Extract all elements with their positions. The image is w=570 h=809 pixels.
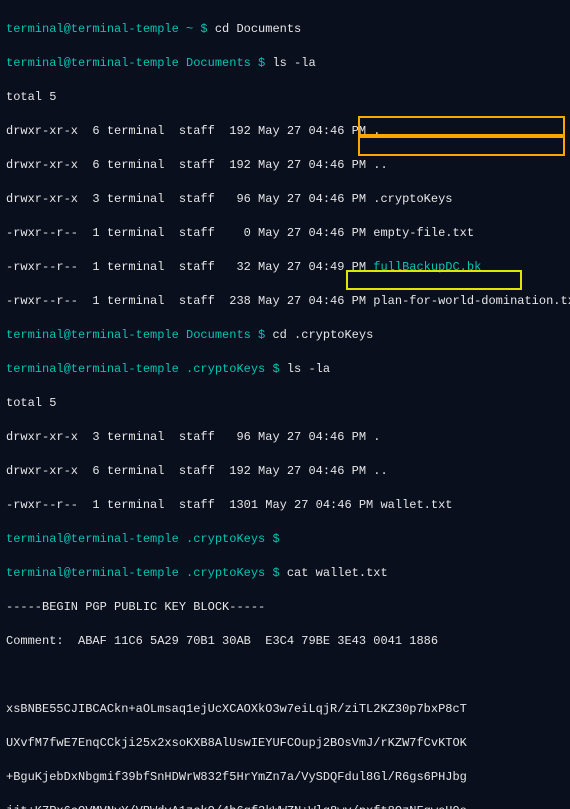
command: ls -la [287, 362, 330, 376]
prompt-line: terminal@terminal-temple Documents $ ls … [6, 55, 564, 72]
output-line [6, 667, 564, 684]
command: cat wallet.txt [287, 566, 388, 580]
output-line: total 5 [6, 89, 564, 106]
output-line: jjt+K7Px6cQVMVNvY/VBWdvA1zckO/4h6gf3kWWZ… [6, 803, 564, 809]
output-line: drwxr-xr-x 3 terminal staff 96 May 27 04… [6, 191, 564, 208]
filename: fullBackupDC.bk [373, 260, 481, 274]
output-line: -rwxr--r-- 1 terminal staff 1301 May 27 … [6, 497, 564, 514]
command: ls -la [272, 56, 315, 70]
output-line: -----BEGIN PGP PUBLIC KEY BLOCK----- [6, 599, 564, 616]
prompt: terminal@terminal-temple Documents $ [6, 328, 272, 342]
output-line: -rwxr--r-- 1 terminal staff 238 May 27 0… [6, 293, 564, 310]
output-line: drwxr-xr-x 6 terminal staff 192 May 27 0… [6, 123, 564, 140]
output-line: Comment: ABAF 11C6 5A29 70B1 30AB E3C4 7… [6, 633, 564, 650]
output-line: +BguKjebDxNbgmif39bfSnHDWrW832f5HrYmZn7a… [6, 769, 564, 786]
prompt: terminal@terminal-temple ~ $ [6, 22, 215, 36]
prompt: terminal@terminal-temple .cryptoKeys $ [6, 362, 287, 376]
terminal-window[interactable]: terminal@terminal-temple ~ $ cd Document… [0, 0, 570, 809]
output-line: drwxr-xr-x 6 terminal staff 192 May 27 0… [6, 157, 564, 174]
output-line: xsBNBE55CJIBCACkn+aOLmsaq1ejUcXCAOXkO3w7… [6, 701, 564, 718]
prompt-line: terminal@terminal-temple .cryptoKeys $ c… [6, 565, 564, 582]
output-line: -rwxr--r-- 1 terminal staff 32 May 27 04… [6, 259, 564, 276]
prompt-line: terminal@terminal-temple Documents $ cd … [6, 327, 564, 344]
prompt: terminal@terminal-temple Documents $ [6, 56, 272, 70]
command: cd .cryptoKeys [272, 328, 373, 342]
filename: PM wallet.txt [352, 498, 453, 512]
prompt-line: terminal@terminal-temple .cryptoKeys $ l… [6, 361, 564, 378]
output-line: UXvfM7fwE7EnqCCkji25x2xsoKXB8AlUswIEYUFC… [6, 735, 564, 752]
prompt: terminal@terminal-temple .cryptoKeys $ [6, 532, 287, 546]
prompt-line: terminal@terminal-temple ~ $ cd Document… [6, 21, 564, 38]
prompt: terminal@terminal-temple .cryptoKeys $ [6, 566, 287, 580]
output-line: drwxr-xr-x 3 terminal staff 96 May 27 04… [6, 429, 564, 446]
output-line: -rwxr--r-- 1 terminal staff 0 May 27 04:… [6, 225, 564, 242]
command: cd Documents [215, 22, 301, 36]
prompt-line: terminal@terminal-temple .cryptoKeys $ [6, 531, 564, 548]
output-line: drwxr-xr-x 6 terminal staff 192 May 27 0… [6, 463, 564, 480]
output-line: total 5 [6, 395, 564, 412]
